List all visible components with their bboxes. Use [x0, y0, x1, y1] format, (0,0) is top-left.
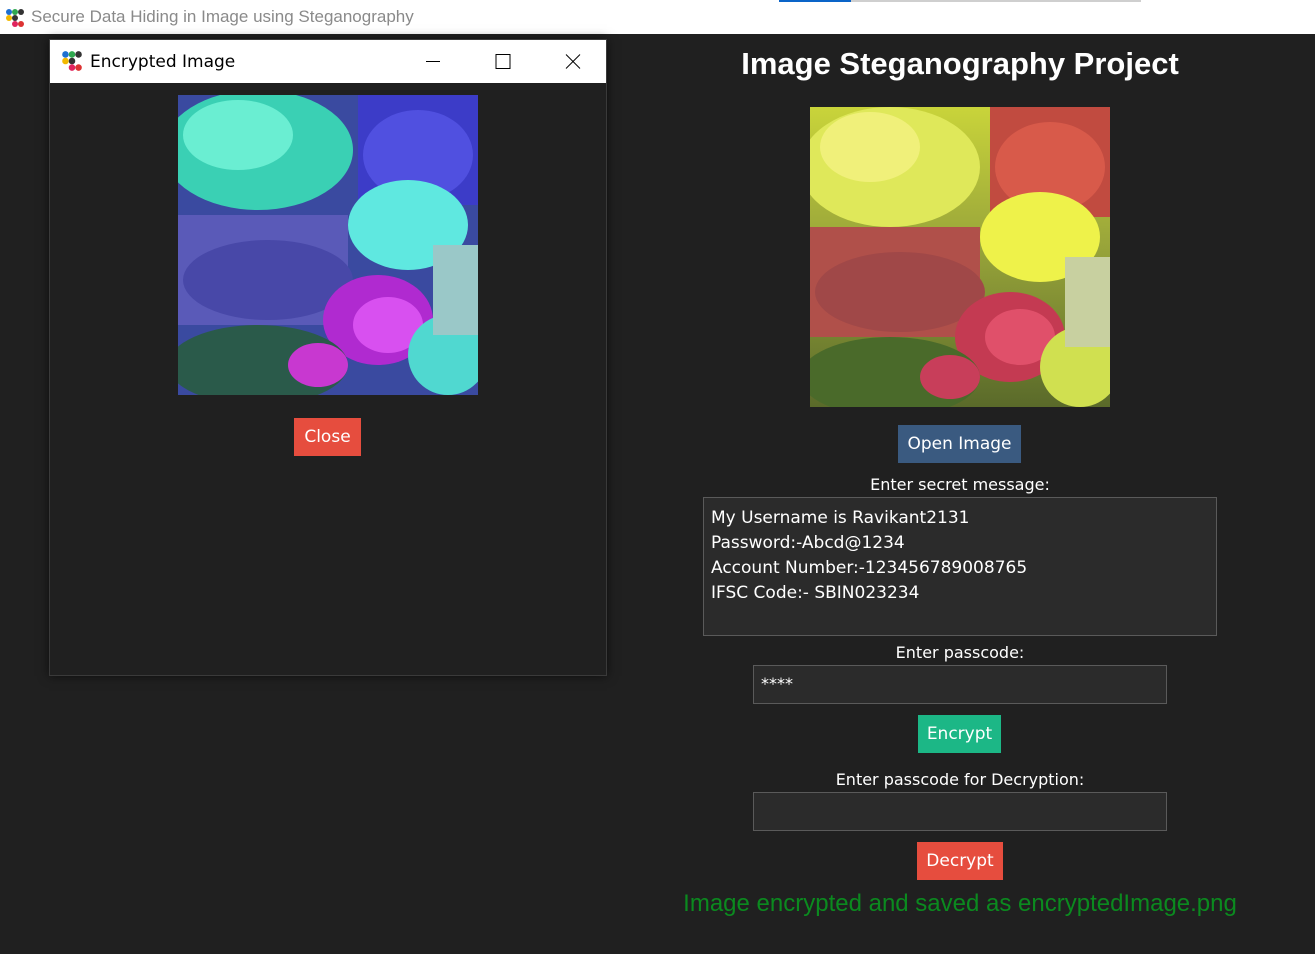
- window-titlebar: Secure Data Hiding in Image using Stegan…: [0, 0, 1315, 34]
- passcode-label: Enter passcode:: [895, 643, 1025, 662]
- minimize-icon[interactable]: [398, 40, 468, 83]
- page-title: Image Steganography Project: [741, 46, 1179, 81]
- window-title: Secure Data Hiding in Image using Stegan…: [31, 7, 414, 26]
- app-dots-icon: [60, 49, 84, 73]
- passcode-input[interactable]: ****: [753, 665, 1167, 704]
- secret-message-label: Enter secret message:: [870, 475, 1050, 494]
- secret-message-textarea[interactable]: My Username is Ravikant2131 Password:-Ab…: [703, 497, 1217, 636]
- tab-track: [851, 0, 1141, 2]
- tab-indicator: [779, 0, 851, 2]
- close-icon[interactable]: [538, 40, 608, 83]
- decrypt-passcode-label: Enter passcode for Decryption:: [835, 770, 1085, 789]
- encrypted-image-preview: [178, 95, 478, 395]
- open-image-button[interactable]: Open Image: [898, 425, 1021, 463]
- dialog-titlebar[interactable]: Encrypted Image: [50, 40, 606, 83]
- decrypt-button[interactable]: Decrypt: [917, 842, 1003, 880]
- decrypt-passcode-input[interactable]: [753, 792, 1167, 831]
- dialog-title: Encrypted Image: [90, 52, 236, 72]
- original-image-preview: [810, 107, 1110, 407]
- app-dots-icon: [4, 7, 26, 29]
- encrypt-button[interactable]: Encrypt: [918, 715, 1001, 753]
- close-button[interactable]: Close: [294, 418, 361, 456]
- maximize-icon[interactable]: [468, 40, 538, 83]
- status-message: Image encrypted and saved as encryptedIm…: [683, 890, 1237, 917]
